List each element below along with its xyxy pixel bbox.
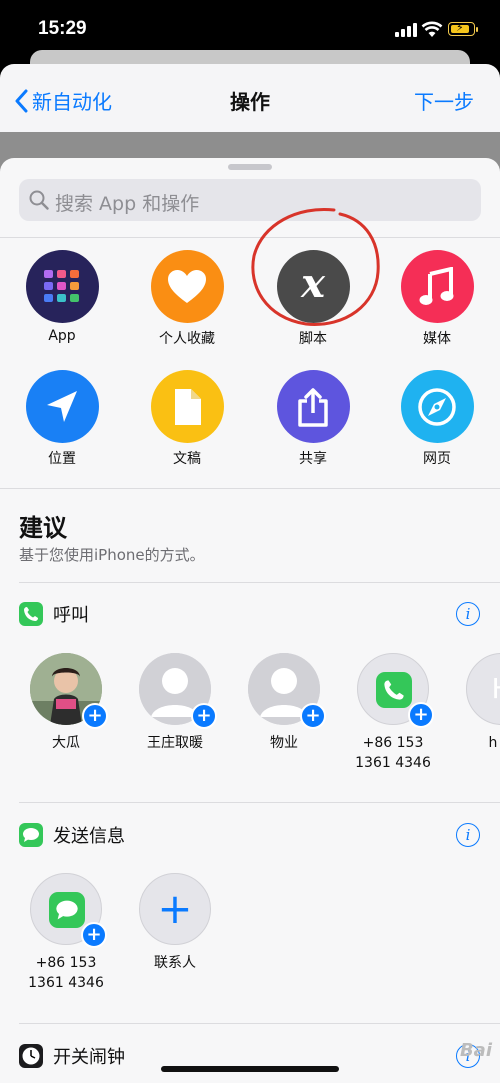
call-info-icon[interactable]: i	[456, 602, 480, 626]
category-label: 媒体	[423, 331, 451, 347]
category-media[interactable]: 媒体	[382, 250, 492, 348]
document-icon	[150, 370, 224, 443]
contact-dagua[interactable]: + 大瓜	[11, 653, 121, 753]
compass-icon	[400, 370, 474, 443]
call-group-title: 呼叫	[53, 605, 89, 626]
category-app[interactable]: App	[7, 250, 117, 344]
next-button[interactable]: 下一步	[414, 86, 474, 115]
contact-name: 物业	[270, 735, 298, 751]
message-group-header: 发送信息	[19, 822, 125, 848]
alarm-group-header: 开关闹钟	[19, 1043, 125, 1069]
contact-hm[interactable]: H h m	[447, 653, 500, 753]
suggestions-title: 建议	[19, 514, 67, 542]
category-label: 个人收藏	[159, 331, 215, 347]
share-icon	[276, 370, 350, 443]
add-contact-icon: +	[300, 703, 326, 729]
watermark: Bai	[459, 1040, 492, 1061]
contact-wangzhuang[interactable]: + 王庄取暖	[120, 653, 230, 753]
category-label: 共享	[299, 451, 327, 467]
sheet-grabber[interactable]	[228, 164, 272, 170]
status-time: 15:29	[38, 18, 87, 39]
avatar: +	[139, 873, 211, 945]
contact-name: 大瓜	[52, 735, 80, 751]
contact-name: 王庄取暖	[147, 735, 203, 751]
app-grid-icon	[25, 250, 99, 323]
actions-sheet: 搜索 App 和操作 App 个人收藏 x 脚本 媒体 位置 文稿 共享 网页 …	[0, 158, 500, 1083]
cellular-signal-icon	[395, 23, 417, 37]
add-contact-icon: +	[81, 922, 107, 948]
phone-app-icon	[376, 672, 412, 708]
alarm-group-title: 开关闹钟	[53, 1047, 125, 1068]
location-arrow-icon	[25, 370, 99, 443]
contact-name: +86 153 1361 4346	[355, 735, 431, 771]
music-note-icon	[400, 250, 474, 323]
contact-name: 联系人	[154, 955, 196, 971]
search-placeholder: 搜索 App 和操作	[55, 193, 200, 215]
add-contact-icon: +	[191, 703, 217, 729]
heart-icon	[150, 250, 224, 323]
contact-phone-number[interactable]: + +86 153 1361 4346	[338, 653, 448, 773]
category-favorites[interactable]: 个人收藏	[132, 250, 242, 348]
message-group-title: 发送信息	[53, 826, 125, 847]
wifi-icon	[421, 21, 443, 37]
add-contact-icon: +	[82, 703, 108, 729]
annotation-circle	[251, 207, 380, 326]
avatar: +	[30, 873, 107, 948]
category-label: 位置	[48, 451, 76, 467]
divider	[0, 488, 500, 489]
contact-name: +86 153 1361 4346	[28, 955, 104, 991]
messages-app-icon	[49, 892, 85, 928]
avatar: H	[466, 653, 500, 725]
message-info-icon[interactable]: i	[456, 823, 480, 847]
battery-icon: ⚡	[448, 21, 478, 36]
contact-wuye[interactable]: + 物业	[229, 653, 339, 753]
category-web[interactable]: 网页	[382, 370, 492, 468]
suggestions-subtitle: 基于您使用iPhone的方式。	[19, 546, 205, 564]
category-label: App	[48, 328, 76, 344]
add-contact-icon: +	[408, 702, 434, 728]
category-location[interactable]: 位置	[7, 370, 117, 468]
clock-app-icon	[19, 1044, 43, 1068]
messages-app-icon	[19, 823, 43, 847]
category-sharing[interactable]: 共享	[258, 370, 368, 468]
search-icon	[29, 190, 49, 210]
category-label: 网页	[423, 451, 451, 467]
home-indicator[interactable]	[161, 1066, 339, 1072]
message-contact-phone-number[interactable]: + +86 153 1361 4346	[11, 873, 121, 993]
plus-icon: +	[157, 884, 193, 933]
avatar: +	[248, 653, 326, 729]
avatar: +	[139, 653, 217, 729]
call-group-header: 呼叫	[19, 601, 89, 627]
avatar: +	[30, 653, 108, 729]
category-documents[interactable]: 文稿	[132, 370, 242, 468]
message-contact-add[interactable]: + 联系人	[120, 873, 230, 973]
avatar-initial: H	[467, 672, 500, 705]
divider	[19, 582, 500, 583]
category-label: 文稿	[173, 451, 201, 467]
phone-app-icon	[19, 602, 43, 626]
divider	[19, 1023, 500, 1024]
avatar: +	[357, 653, 434, 728]
contact-name: h m	[488, 735, 500, 751]
divider	[19, 802, 500, 803]
